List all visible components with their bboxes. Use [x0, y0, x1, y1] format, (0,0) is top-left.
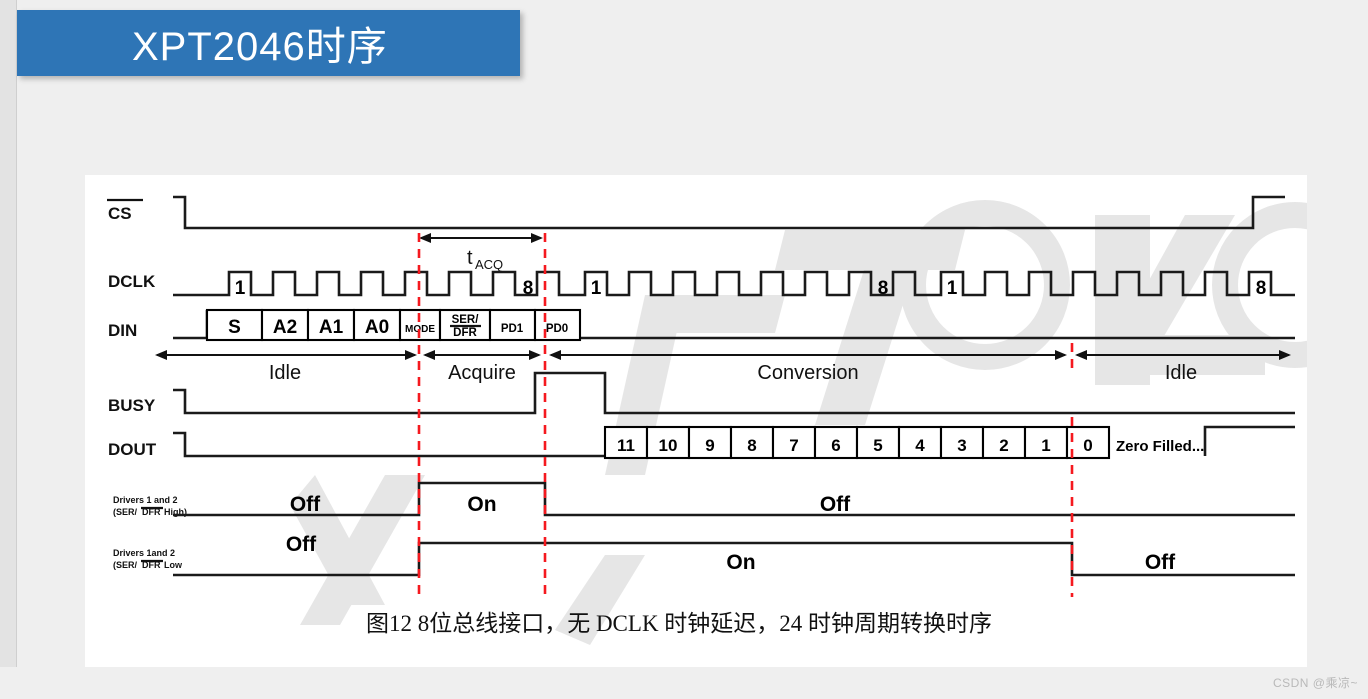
din-cell-s-text: S: [228, 317, 241, 338]
signal-dclk: DCLK 1 8 1 8 1 8: [108, 270, 1295, 299]
dout-tail: [1203, 425, 1295, 456]
dclk-group-3-last: 8: [1256, 278, 1267, 299]
dclk-group-1: [173, 270, 571, 297]
phase-label-acquire: Acquire: [448, 362, 516, 384]
driver-high-waveform: [173, 481, 1295, 517]
driver-low-line1: Drivers 1and 2: [113, 548, 175, 558]
dout-cell-text: 8: [747, 436, 756, 455]
tacq-label-main: t: [467, 247, 473, 269]
dclk-group-2-last: 8: [878, 278, 889, 299]
din-cell-a2-text: A2: [273, 317, 297, 338]
driver-row-ser-dfr-low: Drivers 1and 2 (SER/ DFR Low Off On Off: [113, 533, 1295, 577]
signal-label-dclk: DCLK: [108, 272, 156, 291]
dout-lead: [173, 431, 605, 458]
slide-title-banner: XPT2046时序: [17, 10, 520, 76]
phase-conversion-arrow-left: [549, 350, 561, 360]
phase-idle-1-arrow-left: [155, 350, 167, 360]
driver-low-state-off-1: Off: [286, 533, 317, 556]
phase-label-idle-1: Idle: [269, 362, 301, 384]
din-cell-pd1-text: PD1: [501, 323, 524, 335]
driver-high-state-off-1: Off: [290, 493, 321, 516]
dout-cell-text: 4: [915, 436, 925, 455]
phase-idle-1-arrow-right: [405, 350, 417, 360]
figure-caption: 图12 8位总线接口，无 DCLK 时钟延迟，24 时钟周期转换时序: [366, 611, 992, 636]
page-gutter: [0, 0, 17, 699]
phase-conversion-arrow-right: [1055, 350, 1067, 360]
din-lead-in: [173, 310, 209, 340]
dout-cell-text: 5: [873, 436, 882, 455]
dout-cell-text: 6: [831, 436, 840, 455]
signal-label-din: DIN: [108, 321, 137, 340]
phase-idle-2-arrow-left: [1075, 350, 1087, 360]
page-title: XPT2046时序: [132, 25, 388, 69]
dclk-group-1-first: 1: [235, 278, 246, 299]
csdn-watermark: CSDN @乘凉~: [1272, 676, 1358, 690]
tacq-arrow-left: [419, 233, 431, 243]
driver-low-state-on: On: [726, 551, 755, 574]
tacq-label-sub: ACQ: [475, 257, 503, 272]
phase-label-conversion: Conversion: [757, 362, 858, 384]
timing-diagram-figure: CS t ACQ DCLK 1 8 1 8 1 8 DIN S A2 A1 A0…: [85, 175, 1307, 667]
signal-label-busy: BUSY: [108, 396, 156, 415]
dclk-group-3-first: 1: [947, 278, 958, 299]
dout-cells: 11 10 9 8 7 6 5 4 3 2 1 0: [603, 425, 1111, 460]
driver-high-state-off-2: Off: [820, 493, 851, 516]
din-cell-a1-text: A1: [319, 317, 344, 338]
dout-cell-text: 2: [999, 436, 1008, 455]
phase-label-idle-2: Idle: [1165, 362, 1197, 384]
din-cell-ser-text: SER/: [452, 314, 480, 326]
din-cell-dfr-text: DFR: [453, 327, 477, 339]
signal-label-cs: CS: [108, 204, 132, 223]
dout-cell-text: 3: [957, 436, 966, 455]
dout-cell-text: 11: [617, 436, 635, 455]
dout-cell-text: 10: [659, 436, 678, 455]
dclk-group-1-last: 8: [523, 278, 534, 299]
dout-cell-text: 1: [1041, 436, 1050, 455]
bottom-strip: [0, 667, 1368, 699]
dout-cell-text: 7: [789, 436, 798, 455]
din-cell-pd0-text: PD0: [546, 323, 568, 335]
driver-high-state-on: On: [467, 493, 496, 516]
phase-acquire-arrow-left: [423, 350, 435, 360]
signal-label-dout: DOUT: [108, 440, 157, 459]
driver-high-line2-pre: (SER/: [113, 507, 138, 517]
driver-low-line2-pre: (SER/: [113, 560, 138, 570]
dout-cell-text: 0: [1083, 436, 1092, 455]
phase-acquire-arrow-right: [529, 350, 541, 360]
dclk-group-2-first: 1: [591, 278, 602, 299]
dout-zero-filled-label: Zero Filled...: [1116, 438, 1204, 455]
tacq-marker: t ACQ: [419, 233, 543, 272]
driver-low-line2-post: Low: [164, 560, 183, 570]
signal-dout: DOUT 11 10 9 8 7 6 5 4 3 2 1 0 Zero Fill…: [108, 425, 1295, 460]
driver-high-line1: Drivers 1 and 2: [113, 495, 178, 505]
tacq-arrow-right: [531, 233, 543, 243]
driver-low-state-off-2: Off: [1145, 551, 1176, 574]
din-cell-a0-text: A0: [365, 317, 389, 338]
dout-cell-text: 9: [705, 436, 714, 455]
driver-row-ser-dfr-high: Drivers 1 and 2 (SER/ DFR High) Off On O…: [113, 481, 1295, 517]
